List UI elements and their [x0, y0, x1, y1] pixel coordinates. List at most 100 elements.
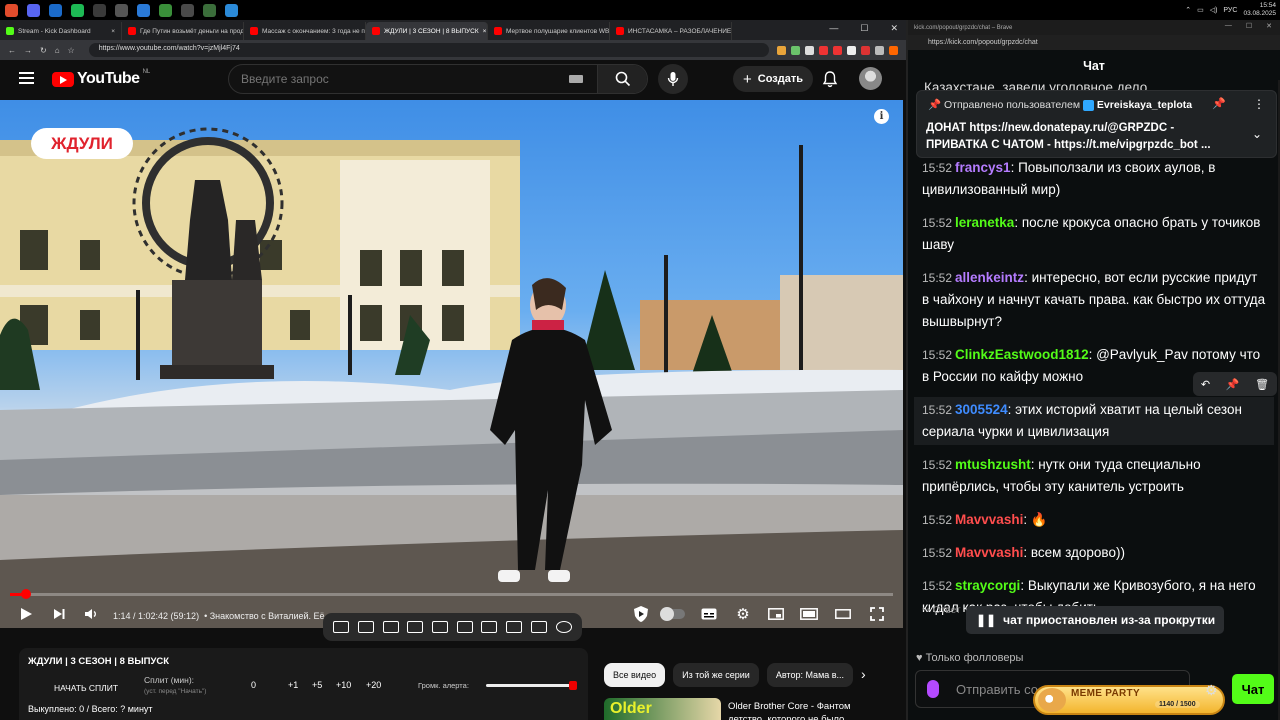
extension-icon[interactable] — [875, 45, 884, 55]
start-split-button[interactable]: НАЧАТЬ СПЛИТ — [29, 679, 143, 697]
screen-share-icon[interactable] — [382, 621, 399, 633]
pinned-line[interactable]: ПРИВАТКА С ЧАТОМ - https://t.me/vipgrpzd… — [926, 137, 1216, 154]
url-field[interactable]: https://www.youtube.com/watch?v=jzMjl4Fj… — [88, 43, 769, 57]
chat-message[interactable]: 15:52 francys1: Повыползали из своих ауло… — [914, 155, 1274, 203]
pin-icon[interactable]: 📌 — [1226, 378, 1240, 391]
browser-tab[interactable]: Где Путин возьмёт деньги на прод...× — [122, 22, 244, 40]
search-input[interactable] — [229, 72, 569, 86]
browser-tab[interactable]: Stream - Kick Dashboard × — [0, 22, 122, 40]
message-username[interactable]: allenkeintz — [955, 270, 1024, 285]
add-frame-icon[interactable] — [506, 621, 523, 633]
taskbar-app-icon[interactable] — [132, 0, 154, 20]
browser-tab[interactable]: ЖДУЛИ | 3 СЕЗОН | 8 ВЫПУСК × — [366, 22, 488, 40]
chip-same-series[interactable]: Из той же серии — [673, 663, 759, 687]
chat-message[interactable]: 15:52 3005524: этих историй хватит на цел… — [914, 397, 1274, 445]
fullscreen-button[interactable] — [868, 605, 886, 623]
message-username[interactable]: 3005524 — [955, 402, 1008, 417]
theater-button[interactable] — [800, 605, 818, 623]
taskbar-app-icon[interactable] — [22, 0, 44, 20]
taskbar-app-icon[interactable] — [154, 0, 176, 20]
pinned-line[interactable]: ДОНАТ https://new.donatepay.ru/@GRPZDC - — [926, 120, 1216, 137]
bookmark-icon[interactable]: ☆ — [68, 46, 75, 55]
image-icon[interactable] — [432, 621, 449, 633]
chevron-right-icon[interactable]: › — [861, 666, 866, 682]
browser-tab[interactable]: ИНСТАСАМКА – РАЗОБЛАЧЕНИЕ д...× — [610, 22, 732, 40]
loop-icon[interactable] — [333, 621, 350, 633]
volume-icon[interactable]: ◁) — [1210, 6, 1218, 14]
maximize-icon[interactable]: ☐ — [860, 23, 868, 34]
extension-icon[interactable] — [847, 45, 856, 55]
trash-icon[interactable]: 🗑 — [1255, 378, 1269, 391]
hamburger-menu-icon[interactable] — [19, 72, 34, 84]
extension-icon[interactable] — [819, 45, 828, 55]
chevron-up-icon[interactable]: ⌃ — [1185, 6, 1191, 14]
reload-icon[interactable]: ↻ — [40, 46, 47, 55]
notifications-button[interactable] — [822, 70, 838, 93]
chat-message[interactable]: 15:52 Mavvvashi: всем здорово)) — [914, 540, 1274, 566]
chat-message[interactable]: 15:52 leranetka: после крокуса опасно бра… — [914, 210, 1274, 258]
extension-icon[interactable] — [791, 45, 800, 55]
volume-button[interactable] — [82, 605, 100, 623]
gear-icon[interactable] — [555, 621, 572, 633]
extension-icon[interactable] — [861, 45, 870, 55]
chat-message[interactable]: 15:52 allenkeintz: интересно, вот если ру… — [914, 265, 1274, 335]
clock[interactable]: 15:54 03.08.2025 — [1243, 2, 1276, 18]
tab-close-icon[interactable]: × — [483, 28, 487, 35]
settings-button[interactable]: ⚙ — [734, 605, 752, 623]
taskbar-app-icon[interactable] — [44, 0, 66, 20]
message-username[interactable]: francys1 — [955, 160, 1011, 175]
maximize-icon[interactable]: ☐ — [1246, 22, 1252, 30]
back-icon[interactable]: ← — [8, 46, 16, 55]
recommendation-title[interactable]: Older Brother Core - Фантом детство, кот… — [728, 700, 856, 720]
autoplay-toggle[interactable] — [660, 605, 686, 623]
extension-icon[interactable] — [777, 45, 786, 55]
browser-tab[interactable]: Мертвое полушарие клиентов WB...× — [488, 22, 610, 40]
speedometer-icon[interactable] — [481, 621, 498, 633]
taskbar-app-icon[interactable] — [88, 0, 110, 20]
sponsor-shield-button[interactable] — [632, 605, 650, 623]
cinema-button[interactable] — [834, 605, 852, 623]
camera-icon[interactable] — [530, 621, 547, 633]
unpin-icon[interactable]: 📌 — [1212, 97, 1226, 110]
search-button[interactable] — [597, 65, 647, 93]
taskbar-app-icon[interactable] — [176, 0, 198, 20]
next-button[interactable] — [50, 605, 68, 623]
message-username[interactable]: Mavvvashi — [955, 512, 1023, 527]
video-progress-bar[interactable] — [10, 589, 893, 599]
extension-icon[interactable] — [889, 45, 898, 55]
chevron-down-icon[interactable]: ⌄ — [1252, 127, 1262, 141]
network-icon[interactable]: ▭ — [1197, 6, 1204, 14]
create-button[interactable]: + Создать — [733, 66, 814, 92]
send-chat-button[interactable]: Чат — [1232, 674, 1274, 704]
language-indicator[interactable]: РУС — [1223, 7, 1237, 14]
forward-icon[interactable]: → — [24, 46, 32, 55]
broadcast-icon[interactable] — [358, 621, 375, 633]
voice-search-button[interactable] — [658, 64, 688, 94]
microphone-icon[interactable] — [927, 680, 939, 698]
play-button[interactable] — [17, 605, 35, 623]
chat-settings-gear-icon[interactable]: ⚙ — [1205, 682, 1218, 699]
extension-icon[interactable] — [833, 45, 842, 55]
chat-message[interactable]: 15:52 Mavvvashi: 🔥 — [914, 507, 1274, 533]
message-username[interactable]: Mavvvashi — [955, 545, 1023, 560]
close-icon[interactable]: ✕ — [890, 23, 898, 34]
taskbar-app-icon[interactable] — [220, 0, 242, 20]
split-value[interactable]: 0 — [251, 680, 256, 690]
miniplayer-button[interactable] — [767, 605, 785, 623]
taskbar-app-icon[interactable] — [66, 0, 88, 20]
message-username[interactable]: ClinkzEastwood1812 — [955, 347, 1089, 362]
film-icon[interactable] — [456, 621, 473, 633]
tab-close-icon[interactable]: × — [111, 28, 115, 35]
minimize-icon[interactable]: — — [1225, 22, 1232, 30]
chip-author[interactable]: Автор: Мама в... — [766, 663, 854, 687]
pinned-username[interactable]: Evreiskaya_teplota — [1097, 99, 1192, 111]
home-icon[interactable]: ⌂ — [55, 46, 60, 55]
increment-button[interactable]: +10 — [336, 680, 351, 690]
keyboard-icon[interactable] — [569, 75, 583, 83]
close-icon[interactable]: ✕ — [1266, 22, 1272, 30]
avatar[interactable] — [859, 67, 882, 90]
chat-url[interactable]: https://kick.com/popout/grpzdc/chat — [928, 39, 1038, 46]
chip-all-videos[interactable]: Все видео — [604, 663, 666, 687]
chat-message[interactable]: 15:52 mtushzusht: нутк они туда специальн… — [914, 452, 1274, 500]
taskbar-app-icon[interactable] — [198, 0, 220, 20]
